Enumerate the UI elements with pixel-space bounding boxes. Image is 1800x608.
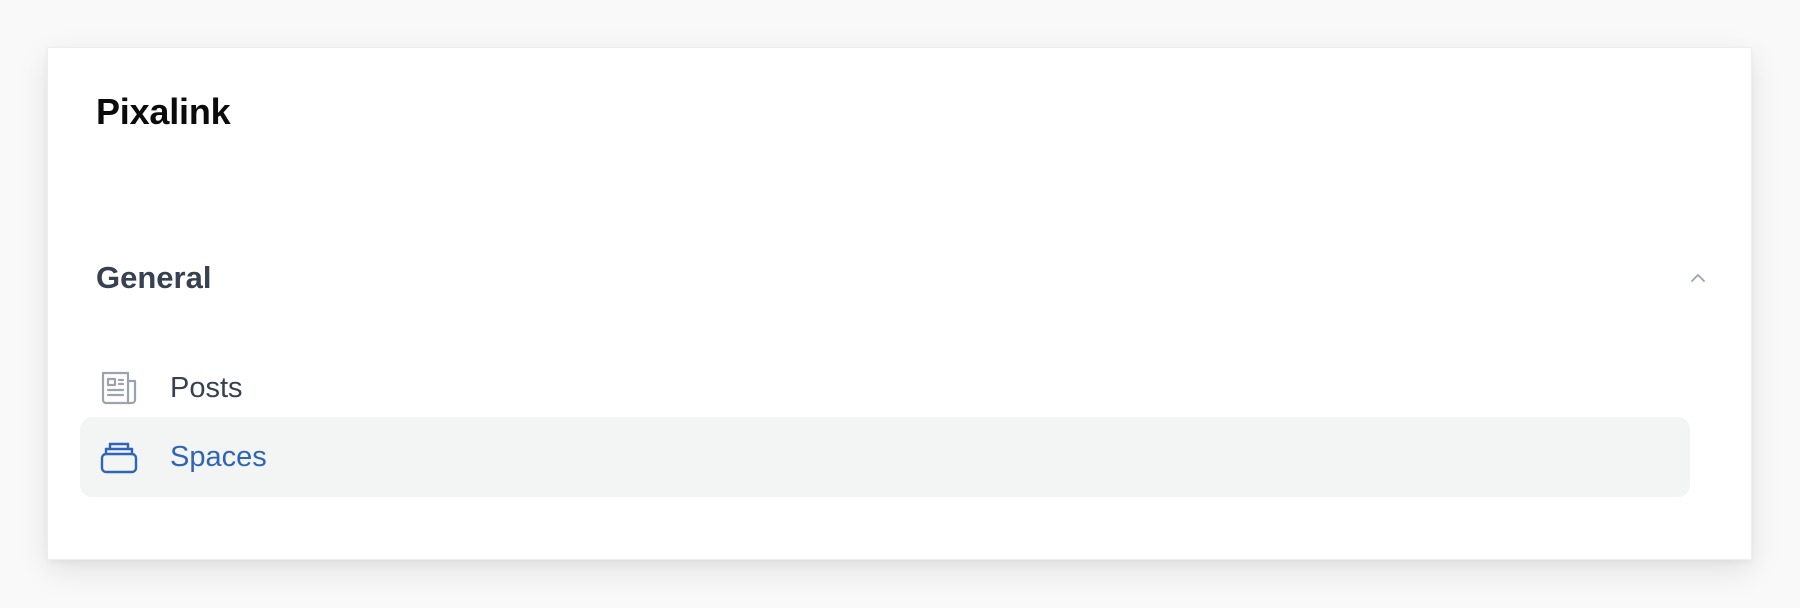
brand-title: Pixalink (96, 91, 231, 132)
chevron-up-icon[interactable] (1687, 267, 1709, 289)
nav-item-label: Spaces (170, 441, 267, 473)
nav-item-posts[interactable]: Posts (80, 348, 1690, 428)
newspaper-icon (98, 367, 140, 409)
nav-group-general[interactable]: General (96, 254, 1711, 302)
sidebar-panel: Pixalink General Posts Spaces (47, 47, 1752, 560)
nav-item-spaces[interactable]: Spaces (80, 417, 1690, 497)
nav-item-label: Posts (170, 372, 243, 404)
nav-group-label: General (96, 260, 212, 295)
stacked-cards-icon (98, 436, 140, 478)
